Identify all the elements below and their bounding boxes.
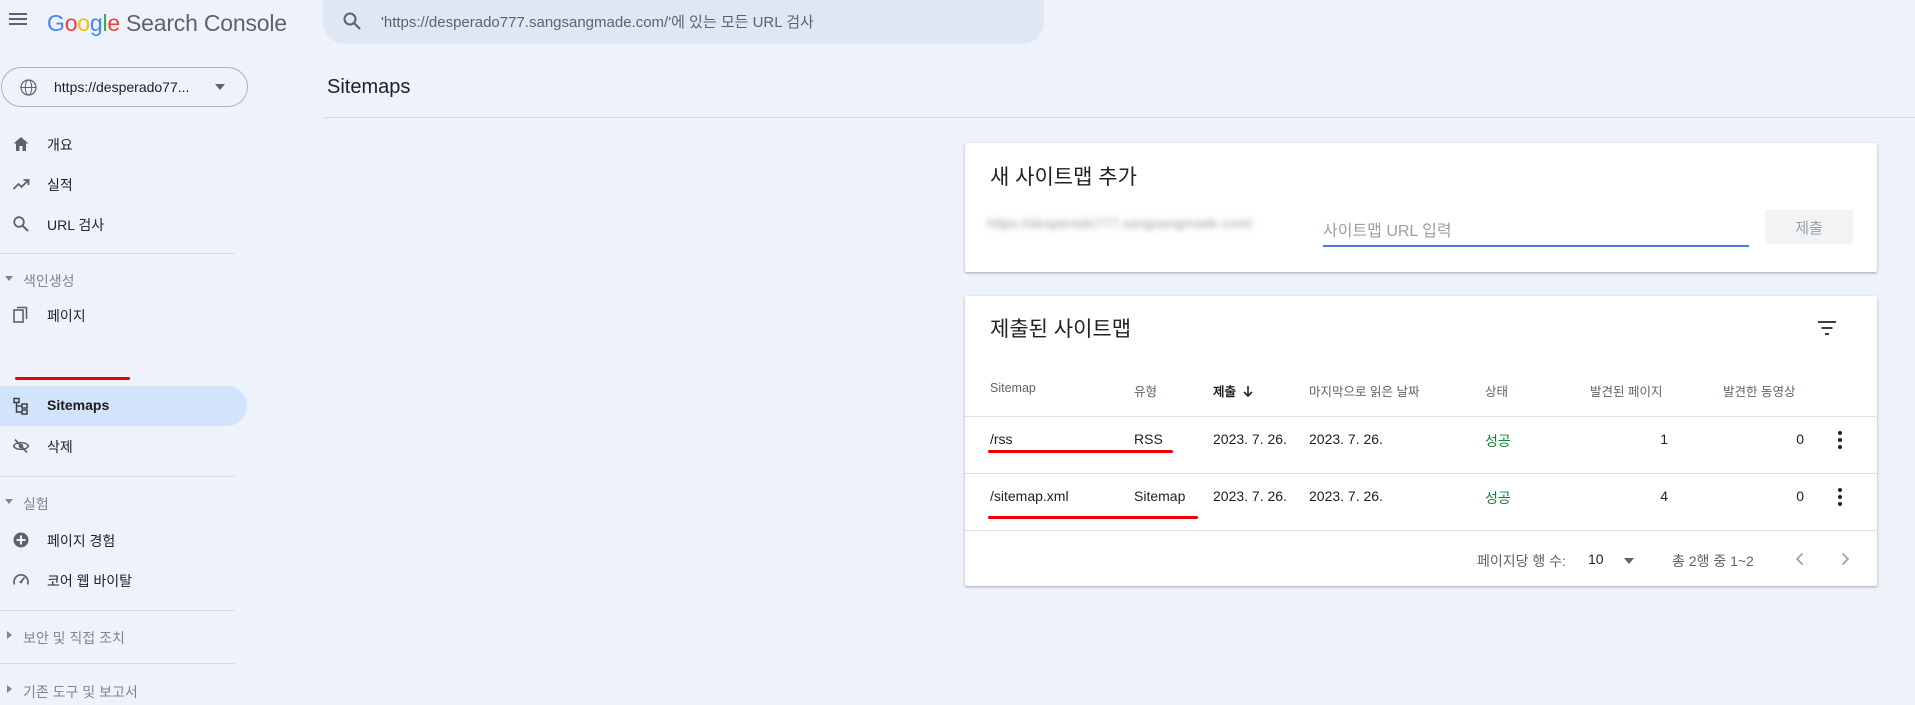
submit-sitemap-button[interactable]: 제출 [1765, 210, 1853, 244]
column-header-type[interactable]: 유형 [1134, 381, 1157, 400]
submitted-sitemaps-card: 제출된 사이트맵 Sitemap 유형 제출 마지막으로 읽은 날짜 상태 발견… [965, 296, 1877, 586]
table-divider [965, 473, 1877, 474]
sidebar-item-overview[interactable]: 개요 [0, 124, 247, 164]
cell-discovered-pages: 1 [1660, 431, 1668, 447]
menu-icon[interactable] [8, 9, 28, 29]
google-search-console-logo[interactable]: Google Search Console [47, 10, 287, 37]
sidebar-divider [0, 476, 235, 477]
sitemap-url-prefix: https://desperado777.sangsangmade.com/ [987, 215, 1253, 231]
pagination-range: 총 2행 중 1~2 [1672, 553, 1754, 569]
title-divider [323, 117, 1915, 118]
annotation-underline [988, 516, 1198, 519]
caret-down-icon [5, 499, 13, 504]
sidebar-section-experience[interactable]: 실험 [0, 487, 235, 517]
chevron-down-icon[interactable] [1623, 557, 1635, 565]
trending-up-icon [12, 179, 30, 190]
rows-per-page-label: 페이지당 행 수: [1477, 553, 1566, 569]
sitemap-url-input[interactable] [1323, 219, 1749, 247]
column-header-submitted[interactable]: 제출 [1213, 381, 1254, 400]
product-name: Search Console [126, 10, 287, 36]
sidebar-section-security[interactable]: 보안 및 직접 조치 [0, 621, 235, 651]
sidebar-item-core-web-vitals[interactable]: 코어 웹 바이탈 [0, 560, 247, 600]
sidebar-item-sitemaps[interactable]: Sitemaps [0, 386, 247, 426]
cell-last-read: 2023. 7. 26. [1309, 488, 1383, 504]
property-url: https://desperado77... [54, 79, 190, 95]
sidebar-divider [0, 663, 235, 664]
add-sitemap-card: 새 사이트맵 추가 https://desperado777.sangsangm… [965, 143, 1877, 272]
cell-status: 성공 [1485, 433, 1511, 449]
sidebar-item-page-experience[interactable]: 페이지 경험 [0, 520, 247, 560]
eye-off-icon [12, 438, 30, 454]
caret-right-icon [7, 631, 12, 639]
more-vert-icon[interactable] [1837, 430, 1843, 450]
sidebar-divider [0, 253, 235, 254]
sidebar-divider [0, 610, 235, 611]
filter-icon[interactable] [1816, 317, 1838, 339]
caret-right-icon [7, 685, 12, 693]
page-title: Sitemaps [327, 76, 411, 98]
top-bar: Google Search Console [0, 0, 1915, 46]
sidebar: https://desperado77... 개요 실적 URL 검사 색인생성 [0, 46, 250, 700]
sidebar-section-legacy[interactable]: 기존 도구 및 보고서 [0, 675, 235, 705]
cell-discovered-videos: 0 [1796, 431, 1804, 447]
submitted-sitemaps-title: 제출된 사이트맵 [990, 318, 1132, 341]
cell-type: Sitemap [1134, 488, 1186, 504]
home-icon [13, 137, 29, 151]
cell-type: RSS [1134, 431, 1163, 447]
table-divider [965, 416, 1877, 417]
search-icon [13, 216, 29, 232]
column-header-sitemap[interactable]: Sitemap [990, 381, 1036, 395]
cell-sitemap[interactable]: /sitemap.xml [990, 488, 1069, 504]
table-divider [965, 530, 1877, 531]
caret-down-icon [5, 276, 13, 281]
globe-icon [20, 79, 37, 96]
sidebar-item-removals[interactable]: 삭제 [0, 426, 247, 466]
sidebar-item-pages[interactable]: 페이지 [0, 295, 247, 335]
more-vert-icon[interactable] [1837, 487, 1843, 507]
cell-submitted: 2023. 7. 26. [1213, 488, 1287, 504]
speed-gauge-icon [13, 574, 29, 585]
sidebar-item-performance[interactable]: 실적 [0, 164, 247, 204]
add-circle-icon [13, 532, 29, 548]
column-header-discovered-pages[interactable]: 발견된 페이지 [1590, 381, 1662, 400]
column-header-discovered-videos[interactable]: 발견한 동영상 [1723, 381, 1795, 400]
sidebar-section-indexing[interactable]: 색인생성 [0, 264, 235, 294]
chevron-down-icon [215, 84, 225, 90]
url-inspection-input[interactable] [381, 10, 1021, 34]
chevron-right-icon[interactable] [1836, 550, 1854, 568]
column-header-status[interactable]: 상태 [1485, 381, 1508, 400]
chevron-left-icon[interactable] [1791, 550, 1809, 568]
cell-discovered-pages: 4 [1660, 488, 1668, 504]
pages-icon [13, 306, 28, 323]
arrow-down-icon [1243, 386, 1253, 397]
cell-sitemap[interactable]: /rss [990, 431, 1013, 447]
search-icon [343, 12, 361, 30]
cell-last-read: 2023. 7. 26. [1309, 431, 1383, 447]
cell-status: 성공 [1485, 490, 1511, 506]
add-sitemap-title: 새 사이트맵 추가 [990, 166, 1137, 189]
property-selector[interactable]: https://desperado77... [1, 67, 248, 107]
url-inspection-search-bar[interactable] [323, 0, 1044, 44]
cell-discovered-videos: 0 [1796, 488, 1804, 504]
column-header-last-read[interactable]: 마지막으로 읽은 날짜 [1309, 381, 1419, 400]
annotation-underline [988, 450, 1173, 453]
sitemap-icon [13, 397, 28, 415]
cell-submitted: 2023. 7. 26. [1213, 431, 1287, 447]
sidebar-item-url-inspection[interactable]: URL 검사 [0, 204, 247, 244]
annotation-underline [15, 377, 130, 380]
rows-per-page-select[interactable]: 10 [1588, 551, 1604, 567]
